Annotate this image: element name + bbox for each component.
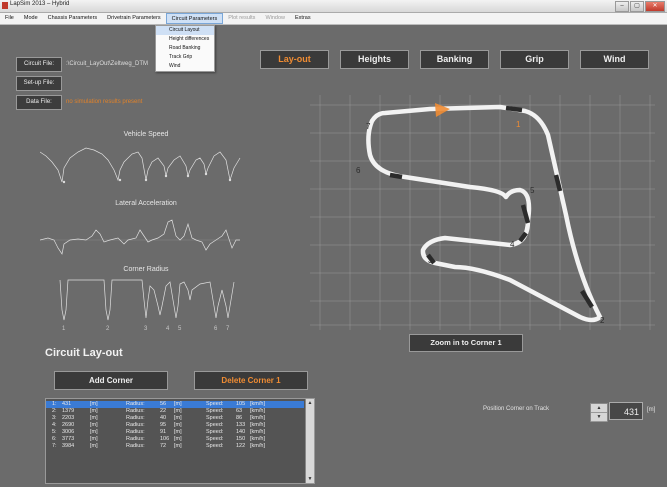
speed-marker <box>144 178 148 182</box>
tab-layout[interactable]: Lay-out <box>260 50 329 69</box>
speed-marker <box>118 178 122 182</box>
track-grid <box>310 95 655 330</box>
tab-wind[interactable]: Wind <box>580 50 649 69</box>
zoom-corner-button[interactable]: Zoom in to Corner 1 <box>409 334 523 352</box>
speed-marker <box>164 174 168 178</box>
corner-mark-2: 2 <box>106 326 110 332</box>
vehicle-speed-title: Vehicle Speed <box>123 131 169 138</box>
menu-window[interactable]: Window <box>260 13 290 24</box>
maximize-button[interactable]: ▢ <box>630 1 644 12</box>
track-corner-7: 7 <box>366 122 371 131</box>
minimize-button[interactable]: – <box>615 1 629 12</box>
position-spinner[interactable]: ▲ ▼ <box>590 403 608 422</box>
menu-item-circuit-layout[interactable]: Circuit Layout <box>156 26 214 35</box>
tab-grip[interactable]: Grip <box>500 50 569 69</box>
corner-mark-4: 4 <box>166 326 170 332</box>
app-icon <box>2 2 8 9</box>
corner-row-4[interactable]: 4: 2690 [m] Radius: 95 [m] Speed: 133 [km/h] <box>46 422 304 429</box>
window-title: LapSim 2013 – Hybrid <box>10 1 70 7</box>
corner-list: 1: 431 [m] Radius: 56 [m] Speed: 105 [km/h] 2:… <box>45 398 315 484</box>
menu-chassis-parameters[interactable]: Chassis Parameters <box>43 13 103 24</box>
menu-mode[interactable]: Mode <box>19 13 43 24</box>
scroll-up-icon[interactable]: ▲ <box>306 399 314 407</box>
speed-marker <box>204 172 208 176</box>
corner-radius-marks: 1 2 3 4 5 6 7 <box>62 326 230 332</box>
setup-file-button[interactable]: Set-up File: <box>16 76 62 91</box>
track-corner-2: 2 <box>600 316 605 325</box>
section-title: Circuit Lay-out <box>45 347 123 359</box>
tab-banking[interactable]: Banking <box>420 50 489 69</box>
corner-row-2[interactable]: 2: 1379 [m] Radius: 22 [m] Speed: 63 [km/h] <box>46 408 304 415</box>
data-file-button[interactable]: Data File: <box>16 95 62 110</box>
scroll-down-icon[interactable]: ▼ <box>306 475 314 483</box>
circuit-file-button[interactable]: Circuit File: <box>16 57 62 72</box>
corner-row-1[interactable]: 1: 431 [m] Radius: 56 [m] Speed: 105 [km/h] <box>46 401 304 408</box>
close-button[interactable]: ✕ <box>645 1 665 12</box>
corner-row-7[interactable]: 7: 3984 [m] Radius: 72 [m] Speed: 122 [km/h] <box>46 443 304 450</box>
corner-mark-7: 7 <box>226 326 230 332</box>
title-bar: LapSim 2013 – Hybrid – ▢ ✕ <box>0 0 667 13</box>
corner-mark-1: 1 <box>62 326 66 332</box>
menu-file[interactable]: File <box>0 13 19 24</box>
track-map: 1 2 3 4 5 6 7 <box>310 95 655 330</box>
lateral-accel-trace <box>40 219 240 255</box>
track-corner-5: 5 <box>530 186 535 195</box>
track-corner-3: 3 <box>428 256 433 265</box>
vehicle-speed-trace <box>40 147 241 183</box>
corner-row-6[interactable]: 6: 3773 [m] Radius: 106 [m] Speed: 150 [km/h] <box>46 436 304 443</box>
corner-mark-5: 5 <box>178 326 182 332</box>
track-corner-4: 4 <box>510 240 515 249</box>
track-outline <box>366 104 603 323</box>
corner-radius-trace <box>59 279 235 321</box>
tab-heights[interactable]: Heights <box>340 50 409 69</box>
spin-down-icon[interactable]: ▼ <box>591 413 607 422</box>
mini-charts: 1 2 3 4 5 6 7 <box>40 147 241 332</box>
menu-item-wind[interactable]: Wind <box>156 62 214 71</box>
corner-mark-3: 3 <box>144 326 148 332</box>
delete-corner-button[interactable]: Delete Corner 1 <box>194 371 308 390</box>
corner-row-3[interactable]: 3: 2203 [m] Radius: 40 [m] Speed: 86 [km/h] <box>46 415 304 422</box>
corner-mark-6: 6 <box>214 326 218 332</box>
menu-extras[interactable]: Extras <box>290 13 316 24</box>
menu-item-track-grip[interactable]: Track Grip <box>156 53 214 62</box>
menu-item-height-differences[interactable]: Height differences <box>156 35 214 44</box>
circuit-file-path: :\Circuit_LayOut\Zeltweg_DTM <box>66 61 149 67</box>
track-corner-6: 6 <box>356 166 361 175</box>
menu-bar: File Mode Chassis Parameters Drivetrain … <box>0 13 667 25</box>
data-file-status: no simulation results present <box>66 99 143 105</box>
menu-item-road-banking[interactable]: Road Banking <box>156 44 214 53</box>
spin-up-icon[interactable]: ▲ <box>591 404 607 413</box>
speed-marker <box>62 180 66 184</box>
circuit-parameters-dropdown: Circuit Layout Height differences Road B… <box>155 25 215 72</box>
menu-circuit-parameters[interactable]: Circuit Parameters <box>165 13 224 24</box>
menu-drivetrain-parameters[interactable]: Drivetrain Parameters <box>102 13 166 24</box>
track-corner-1: 1 <box>516 120 521 129</box>
list-scrollbar[interactable]: ▲ ▼ <box>305 399 314 483</box>
position-input[interactable]: 431 <box>609 402 643 420</box>
corner-row-5[interactable]: 5: 3006 [m] Radius: 91 [m] Speed: 140 [km/h] <box>46 429 304 436</box>
speed-marker <box>186 174 190 178</box>
position-label: Position Corner on Track <box>483 406 550 412</box>
menu-plot-results[interactable]: Plot results <box>223 13 260 24</box>
add-corner-button[interactable]: Add Corner <box>54 371 168 390</box>
speed-marker <box>228 178 232 182</box>
position-unit: [m] <box>647 407 656 413</box>
track-sectors <box>389 105 594 309</box>
